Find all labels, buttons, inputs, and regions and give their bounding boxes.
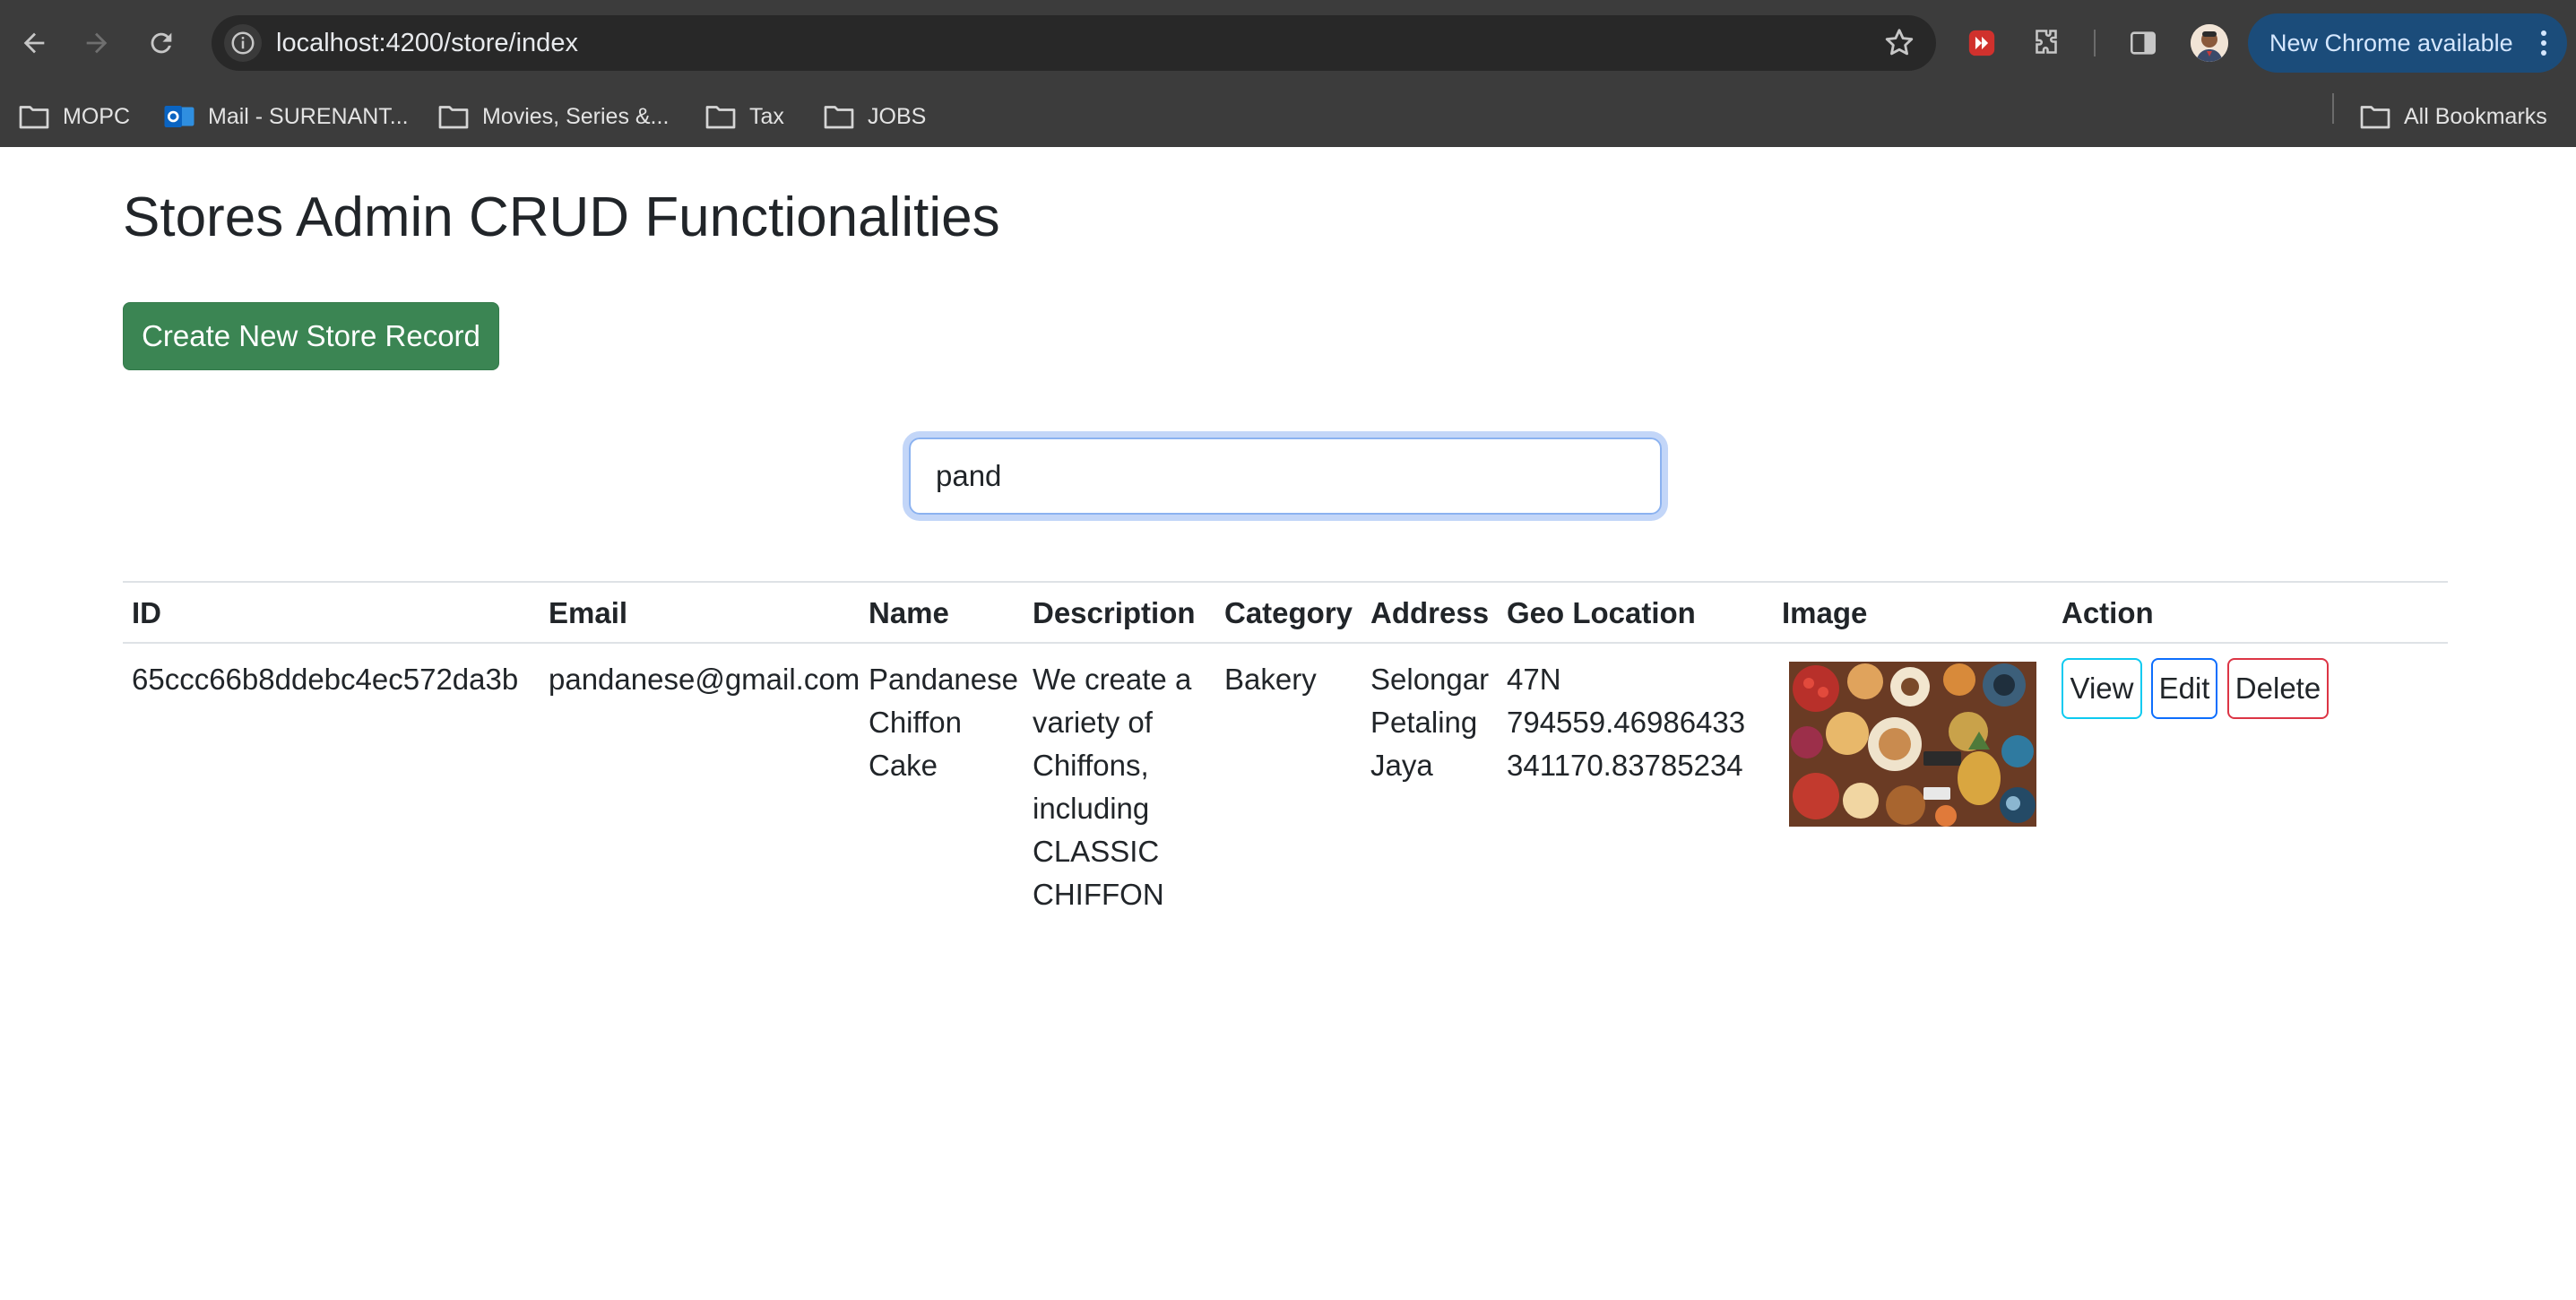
browser-toolbar: localhost:4200/store/index New Chrome av… [0, 0, 2576, 86]
header-category: Category [1224, 596, 1353, 629]
bookmark-label: JOBS [868, 103, 927, 129]
cell-geo-location: 47N 794559.46986433 341170.83785234 [1507, 658, 1745, 787]
create-store-button[interactable]: Create New Store Record [123, 302, 499, 370]
description-line: including [1033, 792, 1150, 825]
bookmark-label: Tax [749, 103, 784, 129]
cell-id: 65ccc66b8ddebc4ec572da3b [132, 663, 519, 696]
geo-line: 794559.46986433 [1507, 706, 1746, 739]
cell-email: pandanese@gmail.com [549, 663, 860, 696]
profile-avatar[interactable] [2191, 24, 2228, 62]
folder-icon [19, 106, 49, 129]
bookmark-movies[interactable]: Movies, Series &... [437, 99, 669, 134]
table-top-border [123, 581, 2448, 583]
forward-button[interactable] [73, 20, 120, 66]
reload-icon [151, 32, 172, 54]
bookmark-label: MOPC [63, 103, 130, 129]
bookmark-tax[interactable]: Tax [705, 99, 784, 134]
address-line: Jaya [1370, 749, 1433, 782]
extension-red-icon[interactable] [1963, 24, 2001, 62]
arrow-right-icon [86, 32, 108, 54]
header-description: Description [1033, 596, 1196, 629]
bookmark-mopc[interactable]: MOPC [18, 99, 130, 134]
folder-icon [824, 106, 854, 129]
name-line: Cake [869, 749, 938, 782]
store-image [1789, 662, 2036, 827]
header-geo-location: Geo Location [1507, 596, 1696, 629]
description-line: CLASSIC [1033, 835, 1160, 868]
edit-button[interactable]: Edit [2151, 658, 2217, 719]
bookmark-mail[interactable]: Mail - SURENANT... [163, 99, 409, 134]
cell-description: We create a variety of Chiffons, includi… [1033, 658, 1191, 916]
extensions-puzzle-icon[interactable] [2027, 24, 2065, 62]
description-line: We create a [1033, 663, 1192, 696]
view-button[interactable]: View [2062, 658, 2142, 719]
cell-name: Pandanese Chiffon Cake [869, 658, 1018, 787]
cell-category: Bakery [1224, 663, 1317, 696]
all-bookmarks-label: All Bookmarks [2404, 103, 2547, 129]
outlook-icon [164, 106, 194, 127]
folder-icon [705, 106, 736, 129]
update-label: New Chrome available [2269, 30, 2513, 56]
header-email: Email [549, 596, 628, 629]
side-panel-icon[interactable] [2124, 24, 2162, 62]
site-info-icon[interactable] [224, 24, 262, 62]
back-button[interactable] [11, 20, 57, 66]
name-line: Chiffon [869, 706, 962, 739]
folder-icon [2360, 106, 2390, 129]
bookmark-label: Mail - SURENANT... [208, 103, 409, 129]
delete-button[interactable]: Delete [2227, 658, 2329, 719]
address-url: localhost:4200/store/index [276, 29, 578, 57]
address-line: Petaling [1370, 706, 1478, 739]
cell-address: Selongar Petaling Jaya [1370, 658, 1489, 787]
header-action: Action [2062, 596, 2154, 629]
table-header-border [123, 642, 2448, 644]
address-bar[interactable]: localhost:4200/store/index [212, 15, 1936, 71]
header-image: Image [1782, 596, 1868, 629]
header-id: ID [132, 596, 161, 629]
header-address: Address [1370, 596, 1490, 629]
description-line: Chiffons, [1033, 749, 1149, 782]
arrow-left-icon [23, 32, 45, 54]
reload-button[interactable] [138, 20, 185, 66]
search-input[interactable] [909, 438, 1662, 515]
geo-line: 341170.83785234 [1507, 749, 1743, 782]
browser-chrome: localhost:4200/store/index New Chrome av… [0, 0, 2576, 147]
search-focus-ring [909, 438, 1662, 515]
toolbar-divider [2094, 30, 2096, 56]
page-title: Stores Admin CRUD Functionalities [123, 186, 1000, 248]
geo-line: 47N [1507, 663, 1561, 696]
folder-icon [438, 106, 469, 129]
more-menu-icon [2541, 30, 2546, 56]
bookmark-star-icon[interactable] [1882, 26, 1916, 60]
description-line: CHIFFON [1033, 878, 1164, 911]
address-line: Selongar [1370, 663, 1490, 696]
bookmark-jobs[interactable]: JOBS [823, 99, 926, 134]
description-line: variety of [1033, 706, 1153, 739]
name-line: Pandanese [869, 663, 1018, 696]
bookmarks-bar: MOPC Mail - SURENANT... Movies, Series &… [0, 86, 2576, 147]
all-bookmarks[interactable]: All Bookmarks [2359, 99, 2547, 134]
bookmarks-divider [2332, 93, 2334, 124]
bookmark-label: Movies, Series &... [482, 103, 670, 129]
new-chrome-available-button[interactable]: New Chrome available [2248, 13, 2567, 73]
header-name: Name [869, 596, 949, 629]
